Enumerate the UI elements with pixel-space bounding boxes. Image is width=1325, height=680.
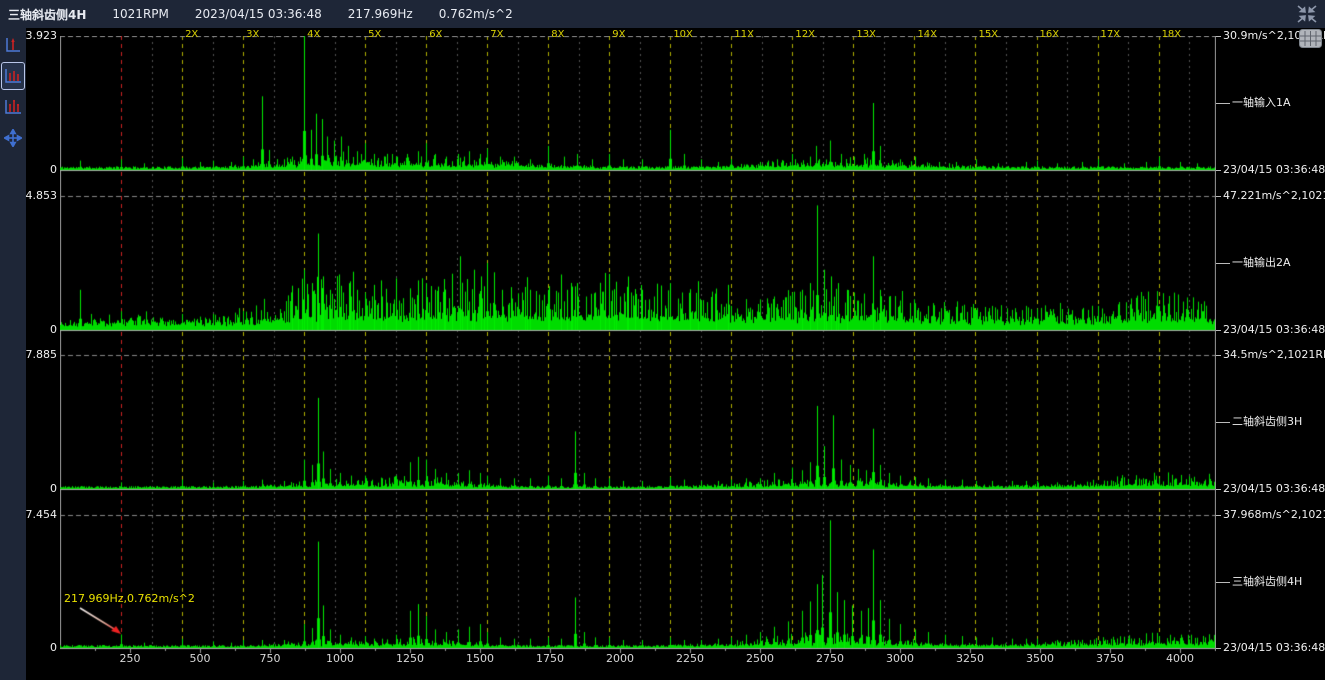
x-tick-label-3750: 3750 xyxy=(1086,652,1134,665)
timestamp-label-1: 23/04/15 03:36:48 xyxy=(1216,163,1325,177)
axis-tick xyxy=(1216,196,1221,197)
peak-amplitude-label-4: 37.968m/s^2,1021RPM xyxy=(1216,508,1325,522)
channel-label-4[interactable]: 三轴斜齿侧4H xyxy=(1216,575,1325,589)
collapse-window-icon[interactable] xyxy=(1295,4,1319,24)
callout-line xyxy=(1216,103,1230,104)
y-max-label-4: 7.454 xyxy=(24,508,57,521)
y-zero-label-1: 0 xyxy=(24,163,57,176)
axis-tick xyxy=(1216,36,1221,37)
header-rpm: 1021RPM xyxy=(112,7,168,21)
harmonic-label-3X: 3X xyxy=(246,29,259,41)
axis-tick xyxy=(1216,648,1221,649)
y-max-label-2: 4.853 xyxy=(24,189,57,202)
harmonic-label-11X: 11X xyxy=(734,29,754,41)
x-tick-label-1500: 1500 xyxy=(456,652,504,665)
y-zero-label-4: 0 xyxy=(24,641,57,654)
timestamp-label-2: 23/04/15 03:36:48 xyxy=(1216,323,1325,337)
header-cursor-frequency: 217.969Hz xyxy=(348,7,413,21)
harmonic-label-13X: 13X xyxy=(856,29,876,41)
channel-label-1[interactable]: 一轴输入1A xyxy=(1216,96,1325,110)
vibration-analyzer-window: { "header": { "title": "三轴斜齿侧4H", "rpm":… xyxy=(0,0,1325,680)
x-tick-label-3250: 3250 xyxy=(946,652,994,665)
axis-tick xyxy=(1216,330,1221,331)
axis-tick xyxy=(1216,170,1221,171)
header-cursor-amplitude: 0.762m/s^2 xyxy=(439,7,513,21)
callout-line xyxy=(1216,582,1230,583)
harmonic-label-10X: 10X xyxy=(673,29,693,41)
x-tick-label-1750: 1750 xyxy=(526,652,574,665)
spectra-plot-canvas[interactable] xyxy=(60,36,1216,654)
harmonic-label-8X: 8X xyxy=(551,29,564,41)
pan-move-icon xyxy=(4,129,22,147)
tool-sideband-cursor-spectrum[interactable] xyxy=(1,93,25,121)
measurement-point-title: 三轴斜齿侧4H xyxy=(8,6,86,23)
y-zero-label-2: 0 xyxy=(24,323,57,336)
harmonic-label-9X: 9X xyxy=(612,29,625,41)
timestamp-label-4: 23/04/15 03:36:48 xyxy=(1216,641,1325,655)
y-zero-label-3: 0 xyxy=(24,482,57,495)
callout-line xyxy=(1216,263,1230,264)
harmonic-label-5X: 5X xyxy=(368,29,381,41)
sideband-cursor-spectrum-icon xyxy=(4,97,22,117)
header-datetime: 2023/04/15 03:36:48 xyxy=(195,7,322,21)
peak-amplitude-label-2: 47.221m/s^2,1021RPM xyxy=(1216,189,1325,203)
x-tick-label-4000: 4000 xyxy=(1156,652,1204,665)
x-tick-label-2250: 2250 xyxy=(666,652,714,665)
left-toolbar xyxy=(0,28,26,680)
peak-amplitude-label-3: 34.5m/s^2,1021RPM xyxy=(1216,348,1325,362)
data-table-icon[interactable] xyxy=(1299,29,1322,48)
axis-tick xyxy=(1216,355,1221,356)
tool-single-cursor-spectrum[interactable] xyxy=(1,31,25,59)
x-tick-label-3000: 3000 xyxy=(876,652,924,665)
y-max-label-3: 7.885 xyxy=(24,348,57,361)
timestamp-label-3: 23/04/15 03:36:48 xyxy=(1216,482,1325,496)
harmonic-label-16X: 16X xyxy=(1040,29,1060,41)
tool-pan-move[interactable] xyxy=(1,124,25,152)
harmonic-label-12X: 12X xyxy=(795,29,815,41)
harmonic-label-2X: 2X xyxy=(185,29,198,41)
single-cursor-spectrum-icon xyxy=(4,35,22,55)
header-bar: 三轴斜齿侧4H 1021RPM 2023/04/15 03:36:48 217.… xyxy=(0,0,1325,28)
harmonic-label-18X: 18X xyxy=(1162,29,1182,41)
cursor-annotation: 217.969Hz,0.762m/s^2 xyxy=(64,592,195,605)
callout-line xyxy=(1216,422,1230,423)
x-tick-label-2750: 2750 xyxy=(806,652,854,665)
x-tick-label-750: 750 xyxy=(246,652,294,665)
x-tick-label-2000: 2000 xyxy=(596,652,644,665)
x-tick-label-2500: 2500 xyxy=(736,652,784,665)
harmonic-cursor-spectrum-icon xyxy=(4,66,22,86)
x-tick-label-1000: 1000 xyxy=(316,652,364,665)
x-tick-label-250: 250 xyxy=(106,652,154,665)
harmonic-label-4X: 4X xyxy=(307,29,320,41)
y-max-label-1: 3.923 xyxy=(24,29,57,42)
harmonic-label-15X: 15X xyxy=(978,29,998,41)
x-tick-label-500: 500 xyxy=(176,652,224,665)
channel-label-2[interactable]: 一轴输出2A xyxy=(1216,256,1325,270)
axis-tick xyxy=(1216,489,1221,490)
harmonic-label-6X: 6X xyxy=(429,29,442,41)
harmonic-label-7X: 7X xyxy=(490,29,503,41)
harmonic-label-14X: 14X xyxy=(917,29,937,41)
axis-tick xyxy=(1216,515,1221,516)
channel-label-3[interactable]: 二轴斜齿侧3H xyxy=(1216,415,1325,429)
harmonic-label-17X: 17X xyxy=(1101,29,1121,41)
x-tick-label-3500: 3500 xyxy=(1016,652,1064,665)
tool-harmonic-cursor-spectrum[interactable] xyxy=(1,62,25,90)
x-tick-label-1250: 1250 xyxy=(386,652,434,665)
